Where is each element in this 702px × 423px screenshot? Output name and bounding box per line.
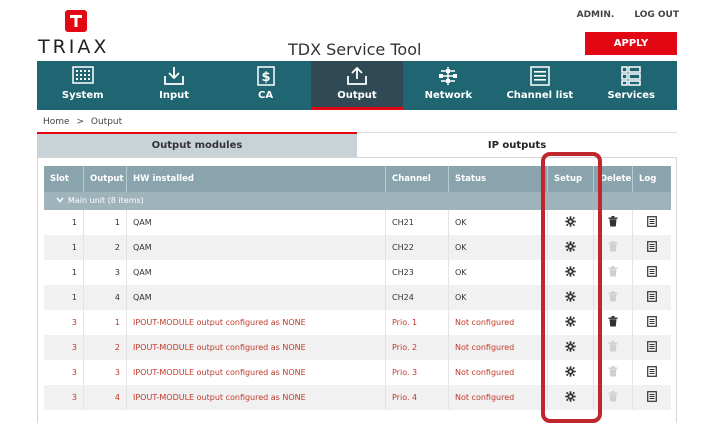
cell-status: Not configured: [449, 360, 548, 385]
cell-channel: CH21: [386, 210, 449, 235]
tab-ip-outputs[interactable]: IP outputs: [357, 132, 677, 157]
tab-output-modules[interactable]: Output modules: [37, 132, 357, 157]
cell-hw-installed: IPOUT-MODULE output configured as NONE: [127, 385, 386, 410]
logout-link[interactable]: LOG OUT: [634, 10, 679, 20]
nav-input-label: Input: [159, 90, 190, 101]
cell-slot: 3: [44, 335, 84, 360]
cell-slot: 1: [44, 285, 84, 310]
col-slot[interactable]: Slot: [44, 166, 84, 192]
cell-output: 4: [84, 385, 127, 410]
cell-hw-installed: QAM: [127, 235, 386, 260]
nav-network[interactable]: Network: [403, 61, 494, 110]
log-icon[interactable]: [633, 360, 671, 385]
cell-status: OK: [449, 210, 548, 235]
cell-channel: Prio. 3: [386, 360, 449, 385]
cell-output: 1: [84, 310, 127, 335]
app-title: TDX Service Tool: [288, 40, 422, 59]
setup-column-highlight: [541, 152, 602, 423]
nav-system[interactable]: System: [37, 61, 128, 110]
cell-status: OK: [449, 285, 548, 310]
apply-button[interactable]: APPLY: [585, 32, 677, 55]
user-link[interactable]: ADMIN.: [577, 10, 615, 20]
nav-channel-list[interactable]: Channel list: [494, 61, 585, 110]
cell-status: Not configured: [449, 335, 548, 360]
services-icon: [621, 66, 641, 86]
col-status[interactable]: Status: [449, 166, 548, 192]
cell-slot: 3: [44, 310, 84, 335]
col-output[interactable]: Output: [84, 166, 127, 192]
page: TRIAX TDX Service Tool ADMIN. LOG OUT AP…: [0, 0, 702, 423]
cell-channel: CH24: [386, 285, 449, 310]
cell-output: 4: [84, 285, 127, 310]
chevron-down-icon: [56, 192, 64, 210]
cell-slot: 3: [44, 360, 84, 385]
breadcrumb-home[interactable]: Home: [43, 117, 70, 127]
ca-dollar-icon: $: [256, 66, 275, 86]
nav-ca-label: CA: [258, 90, 274, 101]
cell-status: Not configured: [449, 310, 548, 335]
main-nav: System Input $ CA Output Network Channel…: [37, 61, 677, 110]
top-links: ADMIN. LOG OUT: [577, 10, 679, 20]
cell-channel: Prio. 1: [386, 310, 449, 335]
triax-logo-icon: [65, 10, 87, 32]
breadcrumb-current: Output: [90, 117, 123, 127]
brand-name: TRIAX: [38, 36, 110, 58]
cell-slot: 1: [44, 210, 84, 235]
breadcrumb: Home > Output: [43, 117, 122, 127]
cell-channel: Prio. 4: [386, 385, 449, 410]
nav-input[interactable]: Input: [128, 61, 219, 110]
cell-slot: 3: [44, 385, 84, 410]
nav-services[interactable]: Services: [586, 61, 677, 110]
cell-output: 2: [84, 235, 127, 260]
cell-hw-installed: QAM: [127, 285, 386, 310]
cell-output: 2: [84, 335, 127, 360]
log-icon[interactable]: [633, 335, 671, 360]
cell-hw-installed: QAM: [127, 260, 386, 285]
network-icon: [439, 67, 458, 85]
nav-network-label: Network: [424, 90, 473, 101]
cell-hw-installed: QAM: [127, 210, 386, 235]
cell-hw-installed: IPOUT-MODULE output configured as NONE: [127, 310, 386, 335]
breadcrumb-separator: >: [76, 117, 84, 127]
system-grid-icon: [71, 66, 94, 84]
cell-output: 3: [84, 360, 127, 385]
channel-list-icon: [530, 66, 550, 86]
input-tray-icon: [164, 67, 185, 85]
nav-system-label: System: [61, 90, 104, 101]
output-tray-icon: [347, 66, 367, 85]
cell-status: Not configured: [449, 385, 548, 410]
cell-status: OK: [449, 235, 548, 260]
log-icon[interactable]: [633, 235, 671, 260]
svg-text:$: $: [261, 70, 270, 85]
nav-output[interactable]: Output: [311, 61, 404, 110]
cell-hw-installed: IPOUT-MODULE output configured as NONE: [127, 360, 386, 385]
cell-output: 1: [84, 210, 127, 235]
group-label: Main unit (8 items): [68, 196, 144, 205]
cell-channel: Prio. 2: [386, 335, 449, 360]
cell-hw-installed: IPOUT-MODULE output configured as NONE: [127, 335, 386, 360]
cell-output: 3: [84, 260, 127, 285]
cell-status: OK: [449, 260, 548, 285]
col-hw-installed[interactable]: HW installed: [127, 166, 386, 192]
nav-output-label: Output: [337, 90, 377, 101]
log-icon[interactable]: [633, 310, 671, 335]
col-log: Log: [639, 174, 657, 184]
log-icon[interactable]: [633, 285, 671, 310]
log-icon[interactable]: [633, 385, 671, 410]
nav-ca[interactable]: $ CA: [220, 61, 311, 110]
nav-channel-list-label: Channel list: [506, 90, 574, 101]
cell-slot: 1: [44, 260, 84, 285]
cell-channel: CH22: [386, 235, 449, 260]
log-icon[interactable]: [633, 210, 671, 235]
log-icon[interactable]: [633, 260, 671, 285]
cell-channel: CH23: [386, 260, 449, 285]
cell-slot: 1: [44, 235, 84, 260]
col-channel[interactable]: Channel: [386, 166, 449, 192]
nav-services-label: Services: [607, 90, 655, 101]
